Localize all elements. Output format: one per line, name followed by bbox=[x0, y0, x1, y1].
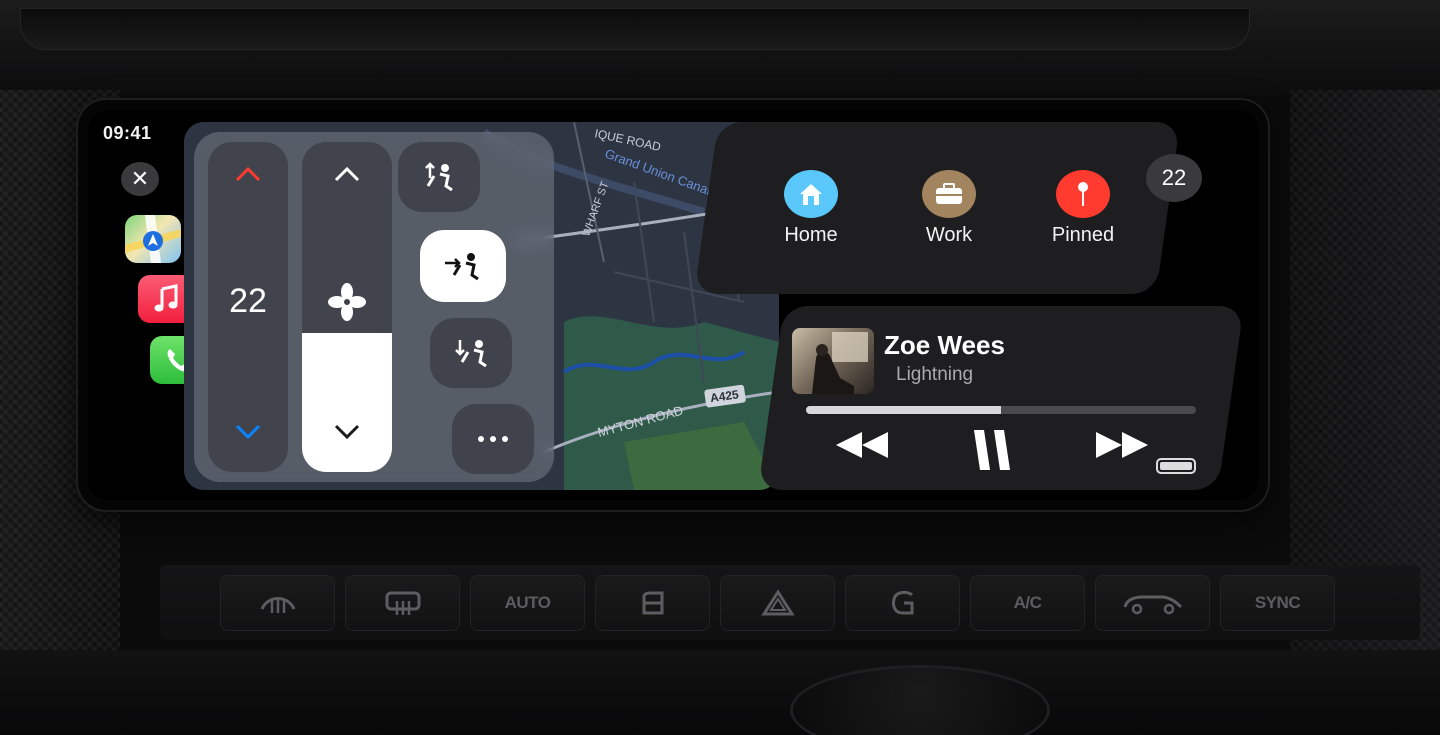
briefcase-icon bbox=[922, 170, 977, 218]
airflow-body-button[interactable] bbox=[420, 230, 506, 302]
playback-progress-fill bbox=[806, 406, 1001, 414]
house-icon bbox=[784, 170, 839, 218]
status-time: 09:41 bbox=[103, 123, 152, 143]
destination-work-label: Work bbox=[925, 224, 973, 246]
front-defrost-icon bbox=[260, 597, 295, 613]
fast-forward-button[interactable] bbox=[1092, 428, 1152, 462]
track-title: Zoe Wees bbox=[884, 330, 1005, 360]
battery-icon bbox=[1156, 458, 1196, 474]
climate-controls: 22 bbox=[194, 132, 554, 482]
pin-icon bbox=[1056, 170, 1111, 218]
hazard-button[interactable] bbox=[720, 575, 835, 631]
recirculate-car-button[interactable] bbox=[1095, 575, 1210, 631]
destination-pinned[interactable]: Pinned bbox=[1028, 170, 1138, 247]
destination-home-label: Home bbox=[784, 224, 838, 246]
recirculate-button[interactable] bbox=[595, 575, 710, 631]
destinations-panel: Home Work Pinned bbox=[694, 122, 1181, 294]
hardware-button-strip: AUTO A/C SYNC bbox=[160, 565, 1420, 640]
destination-work[interactable]: Work bbox=[894, 170, 1004, 247]
destination-pinned-label: Pinned bbox=[1051, 224, 1115, 246]
more-button[interactable] bbox=[452, 404, 534, 474]
rear-defrost-icon bbox=[385, 591, 420, 615]
auto-climate-button[interactable]: AUTO bbox=[470, 575, 585, 631]
album-art[interactable] bbox=[792, 328, 874, 394]
airflow-face-button[interactable] bbox=[398, 142, 480, 212]
airflow-up-icon bbox=[425, 162, 453, 192]
fan-level-fill bbox=[302, 333, 392, 472]
sync-button[interactable]: SYNC bbox=[1220, 575, 1335, 631]
front-defrost-button[interactable] bbox=[220, 575, 335, 631]
airflow-body-icon bbox=[445, 253, 479, 281]
lock-button[interactable] bbox=[845, 575, 960, 631]
pause-icon bbox=[974, 430, 1010, 470]
temperature-value: 22 bbox=[229, 282, 267, 320]
passenger-temperature[interactable]: 22 bbox=[1146, 154, 1202, 202]
center-console bbox=[0, 650, 1440, 735]
playback-progress[interactable] bbox=[806, 406, 1196, 414]
temp-up-icon[interactable] bbox=[208, 164, 288, 189]
pause-button[interactable] bbox=[970, 428, 1016, 472]
maps-app-icon[interactable] bbox=[125, 215, 181, 263]
fan-icon bbox=[302, 282, 392, 327]
map-panel[interactable]: IQUE ROAD Grand Union Canal WHARF ST MYT… bbox=[184, 122, 779, 490]
close-icon[interactable]: ✕ bbox=[121, 162, 159, 196]
track-subtitle: Lightning bbox=[896, 364, 974, 385]
rewind-icon bbox=[836, 432, 888, 458]
ellipsis-icon bbox=[478, 436, 508, 442]
car-recirculate-icon bbox=[1123, 595, 1182, 615]
dashboard-vent-slot bbox=[20, 8, 1250, 50]
airflow-down-icon bbox=[455, 340, 487, 368]
recirculate-icon bbox=[642, 591, 663, 615]
rewind-button[interactable] bbox=[832, 428, 892, 462]
lock-icon bbox=[891, 590, 913, 615]
ac-button[interactable]: A/C bbox=[970, 575, 1085, 631]
rear-defrost-button[interactable] bbox=[345, 575, 460, 631]
fan-up-icon[interactable] bbox=[302, 164, 392, 189]
dashboard-top bbox=[0, 0, 1440, 95]
hazard-icon bbox=[760, 589, 795, 616]
carplay-screen: 09:41 5G ✕ bbox=[88, 110, 1258, 500]
temp-down-icon[interactable] bbox=[208, 422, 288, 447]
destination-home[interactable]: Home bbox=[756, 170, 866, 247]
fast-forward-icon bbox=[1096, 432, 1148, 458]
fan-down-icon[interactable] bbox=[302, 422, 392, 447]
temperature-slider[interactable]: 22 bbox=[208, 142, 288, 472]
fan-speed-slider[interactable] bbox=[302, 142, 392, 472]
airflow-feet-button[interactable] bbox=[430, 318, 512, 388]
